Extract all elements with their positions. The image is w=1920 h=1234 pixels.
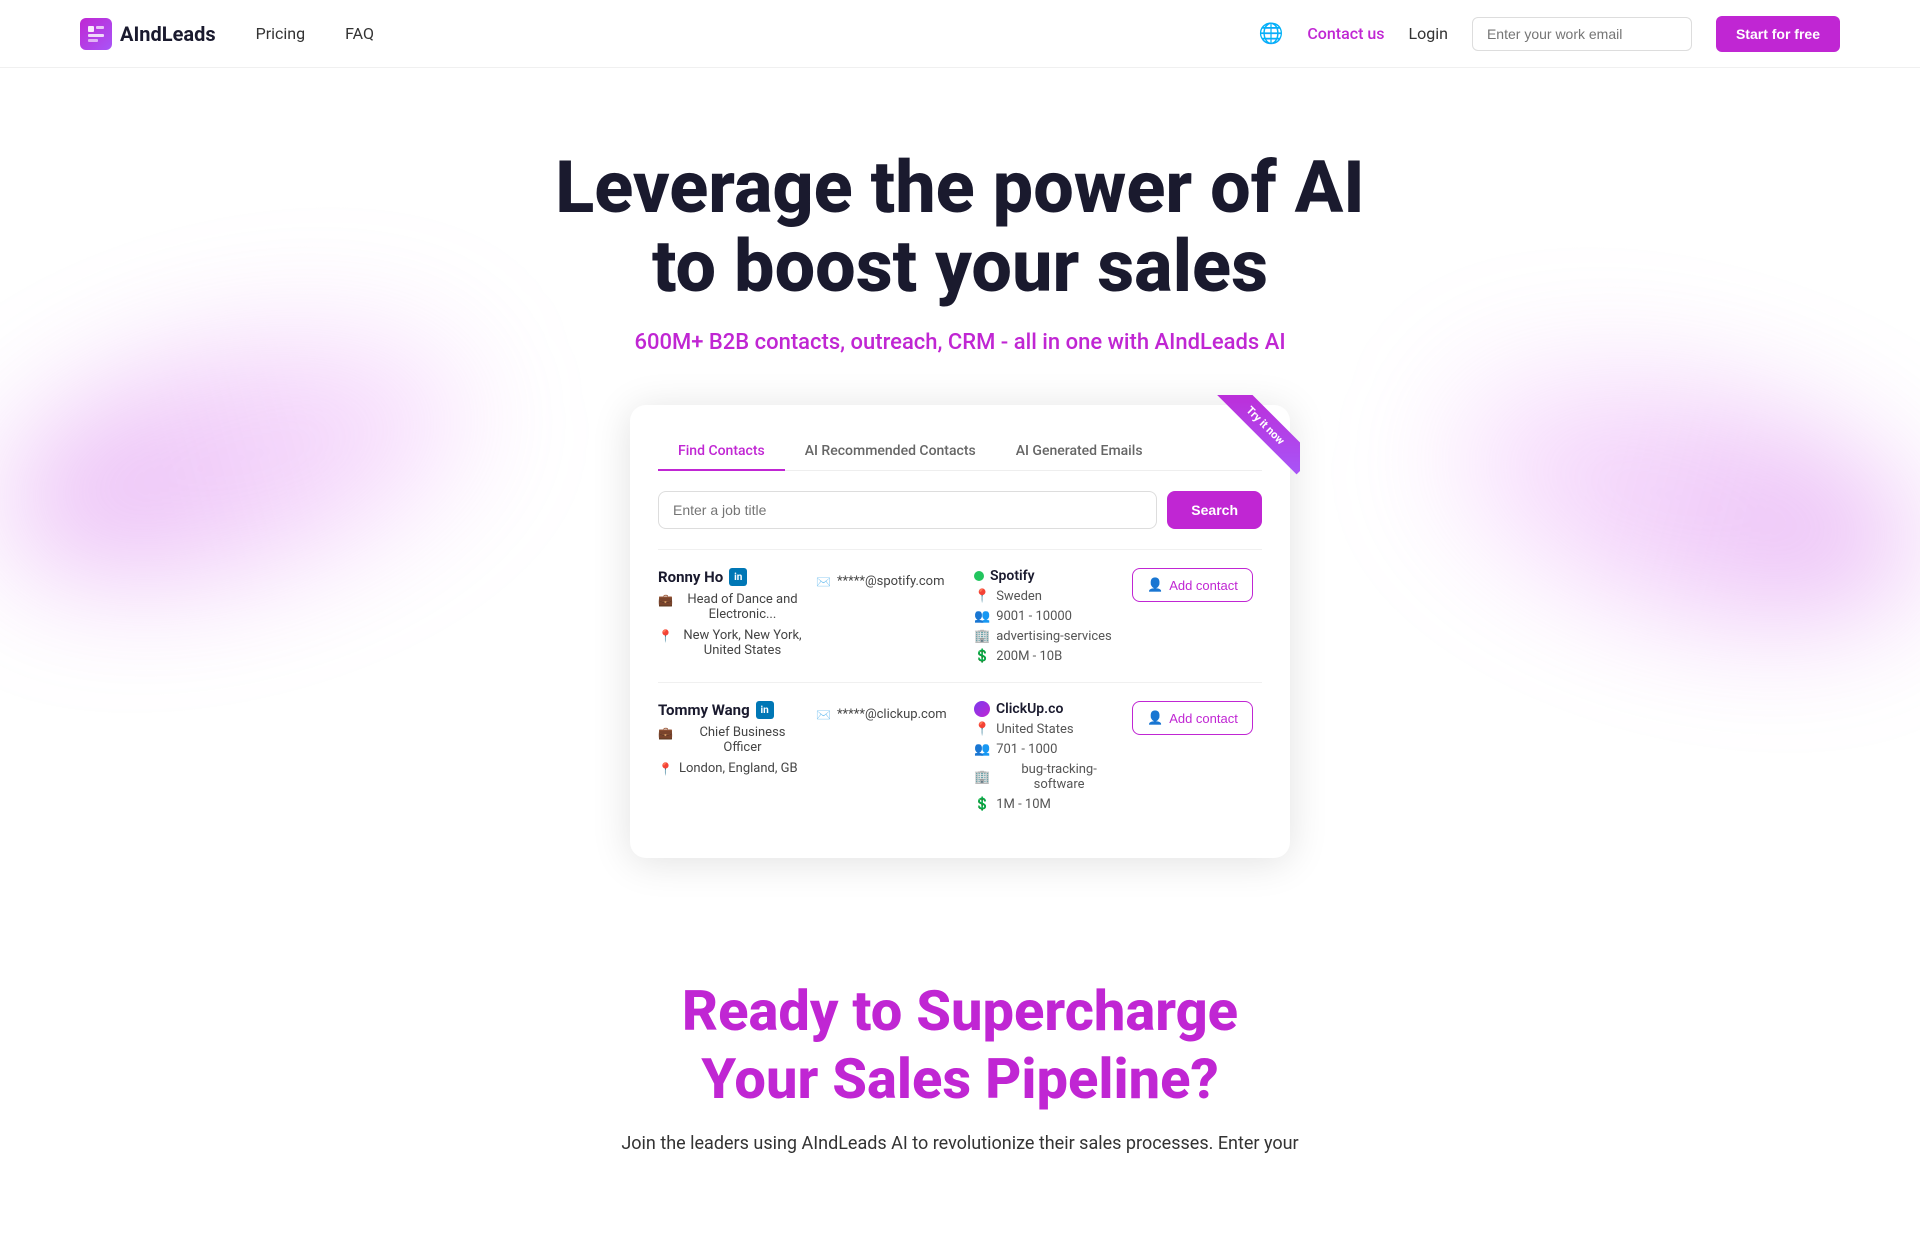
bottom-title-line1: Ready to Supercharge (682, 978, 1238, 1044)
company-country-1: 📍 Sweden (974, 589, 1122, 604)
hero-title-line2: to boost your sales (652, 224, 1268, 309)
contact-email-2: ✉️ *****@clickup.com (816, 701, 964, 722)
job-title-input[interactable] (658, 491, 1157, 529)
add-contact-button-2[interactable]: 👤 Add contact (1132, 701, 1253, 735)
navbar-right: 🌐 Contact us Login Start for free (1258, 16, 1840, 52)
contact-name-1: Ronny Ho in (658, 568, 806, 586)
company-revenue-2: 💲 1M - 10M (974, 797, 1122, 812)
company-employees-1: 👥 9001 - 10000 (974, 609, 1122, 624)
table-row: Tommy Wang in 💼 Chief Business Officer 📍… (658, 682, 1262, 830)
contact-location-1: 📍 New York, New York, United States (658, 628, 806, 658)
ribbon-label: Try it now (1217, 395, 1300, 474)
logo-text: AIndLeads (120, 22, 216, 46)
bottom-subtitle: Join the leaders using AIndLeads AI to r… (20, 1133, 1900, 1154)
company-revenue-1: 💲 200M - 10B (974, 649, 1122, 664)
logo-icon (80, 18, 112, 50)
tab-find-contacts[interactable]: Find Contacts (658, 433, 785, 471)
contact-location-2: 📍 London, England, GB (658, 761, 806, 776)
contact-us-link[interactable]: Contact us (1307, 24, 1384, 43)
briefcase-icon-2: 💼 (658, 726, 673, 740)
revenue-icon-1: 💲 (974, 649, 990, 664)
demo-tabs: Find Contacts AI Recommended Contacts AI… (658, 433, 1262, 471)
search-button[interactable]: Search (1167, 491, 1262, 529)
contact-action-1: 👤 Add contact (1132, 568, 1262, 602)
hero-section: Leverage the power of AI to boost your s… (0, 68, 1920, 898)
company-dot-1 (974, 571, 984, 581)
hero-title-line1: Leverage the power of AI (555, 145, 1364, 230)
contact-name-2: Tommy Wang in (658, 701, 806, 719)
login-link[interactable]: Login (1409, 24, 1448, 43)
add-contact-button-1[interactable]: 👤 Add contact (1132, 568, 1253, 602)
company-info-2: ClickUp.co 📍 United States 👥 701 - 1000 … (974, 701, 1122, 812)
bottom-title-line2: Your Sales Pipeline? (701, 1046, 1218, 1112)
briefcase-icon-1: 💼 (658, 593, 673, 607)
company-info-1: Spotify 📍 Sweden 👥 9001 - 10000 🏢 advert… (974, 568, 1122, 664)
email-icon-1: ✉️ (816, 575, 831, 589)
contact-role-1: 💼 Head of Dance and Electronic... (658, 592, 806, 622)
bottom-section: Ready to Supercharge Your Sales Pipeline… (0, 898, 1920, 1233)
contact-role-2: 💼 Chief Business Officer (658, 725, 806, 755)
nav-pricing[interactable]: Pricing (256, 24, 306, 43)
globe-button[interactable]: 🌐 (1258, 21, 1283, 46)
demo-container: Try it now Find Contacts AI Recommended … (20, 405, 1900, 858)
email-icon-2: ✉️ (816, 708, 831, 722)
start-free-button[interactable]: Start for free (1716, 16, 1840, 52)
contact-info-1: Ronny Ho in 💼 Head of Dance and Electron… (658, 568, 806, 658)
table-row: Ronny Ho in 💼 Head of Dance and Electron… (658, 549, 1262, 682)
company-country-2: 📍 United States (974, 722, 1122, 737)
search-row: Search (658, 491, 1262, 529)
industry-icon-1: 🏢 (974, 629, 990, 644)
employees-icon-1: 👥 (974, 609, 990, 624)
logo[interactable]: AIndLeads (80, 18, 216, 50)
navbar: AIndLeads Pricing FAQ 🌐 Contact us Login… (0, 0, 1920, 68)
location-icon-1: 📍 (658, 629, 673, 643)
add-icon-2: 👤 (1147, 710, 1163, 726)
employees-icon-2: 👥 (974, 742, 990, 757)
tab-ai-emails[interactable]: AI Generated Emails (996, 433, 1163, 471)
try-it-ribbon: Try it now (1210, 395, 1300, 485)
contact-info-2: Tommy Wang in 💼 Chief Business Officer 📍… (658, 701, 806, 776)
location-icon-c1: 📍 (974, 589, 990, 604)
demo-card: Try it now Find Contacts AI Recommended … (630, 405, 1290, 858)
company-industry-1: 🏢 advertising-services (974, 629, 1122, 644)
contact-email-1: ✉️ *****@spotify.com (816, 568, 964, 589)
nav-faq[interactable]: FAQ (345, 24, 374, 43)
email-input[interactable] (1472, 17, 1692, 51)
location-icon-2: 📍 (658, 762, 673, 776)
revenue-icon-2: 💲 (974, 797, 990, 812)
add-icon-1: 👤 (1147, 577, 1163, 593)
hero-subtitle: 600M+ B2B contacts, outreach, CRM - all … (20, 330, 1900, 355)
linkedin-icon-1[interactable]: in (729, 568, 747, 586)
location-icon-c2: 📍 (974, 722, 990, 737)
contact-action-2: 👤 Add contact (1132, 701, 1262, 735)
tab-ai-recommended[interactable]: AI Recommended Contacts (785, 433, 996, 471)
bottom-title: Ready to Supercharge Your Sales Pipeline… (20, 978, 1900, 1112)
clickup-logo-icon (974, 701, 990, 717)
company-industry-2: 🏢 bug-tracking-software (974, 762, 1122, 792)
linkedin-icon-2[interactable]: in (756, 701, 774, 719)
navbar-left: AIndLeads Pricing FAQ (80, 18, 374, 50)
industry-icon-2: 🏢 (974, 770, 990, 785)
company-employees-2: 👥 701 - 1000 (974, 742, 1122, 757)
hero-title: Leverage the power of AI to boost your s… (20, 148, 1900, 306)
